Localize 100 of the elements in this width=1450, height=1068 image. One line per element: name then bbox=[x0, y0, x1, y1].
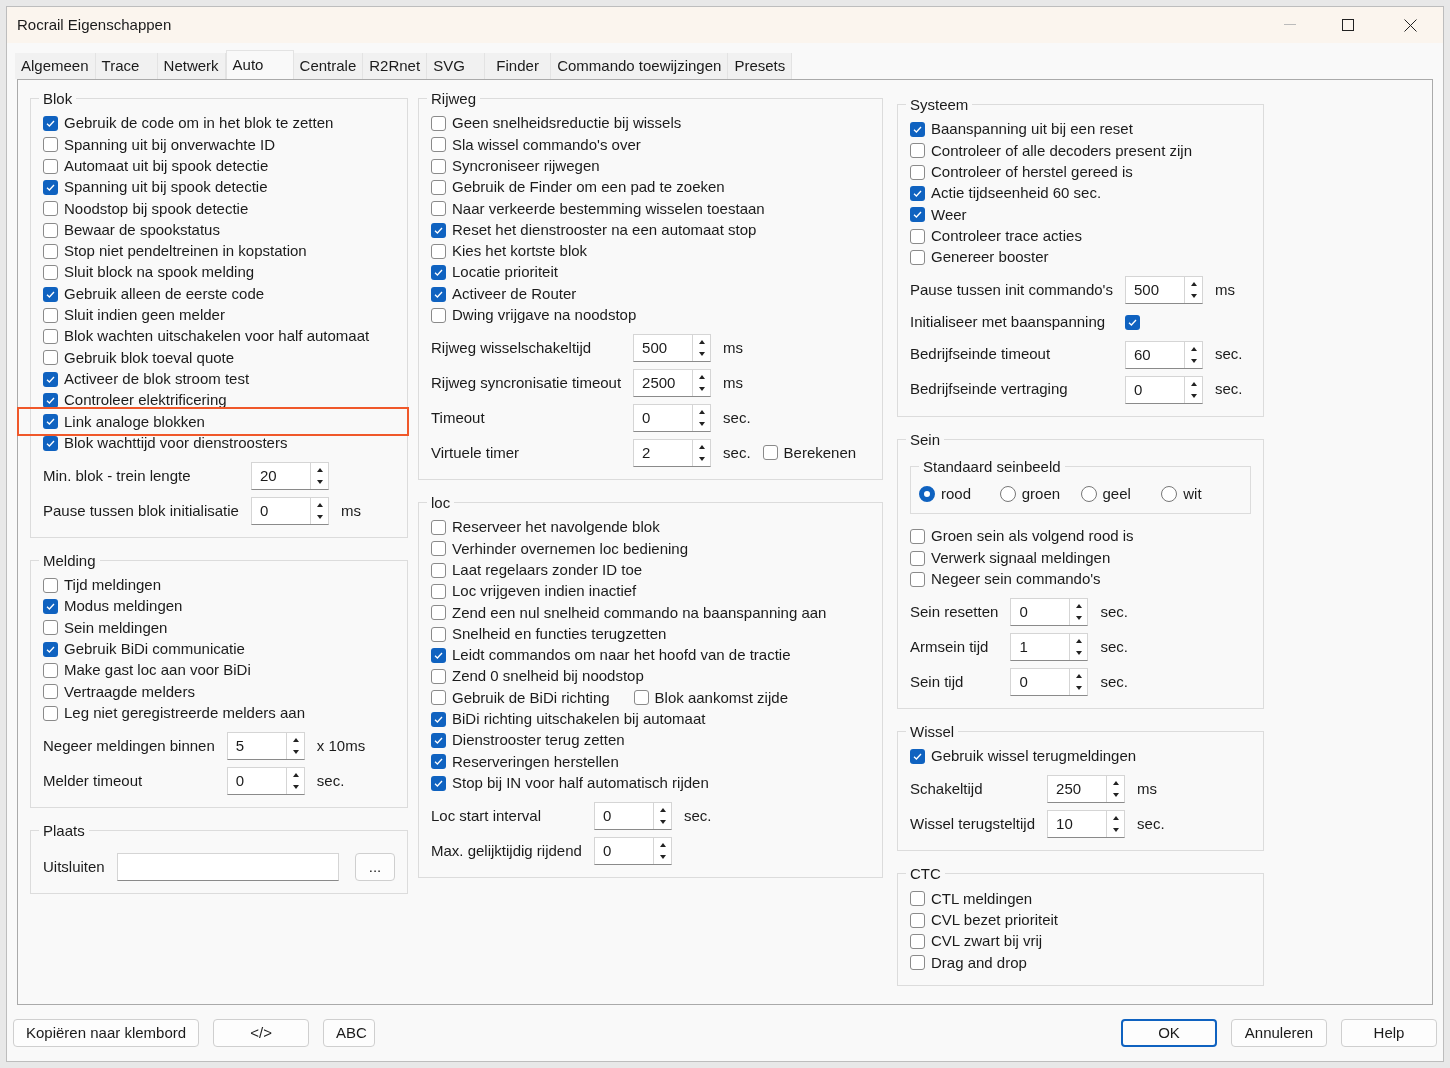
checked-checkbox[interactable] bbox=[910, 186, 925, 202]
tab[interactable]: R2Rnet bbox=[363, 53, 428, 79]
checkbox-label[interactable]: Controleer of herstel gereed is bbox=[931, 161, 1133, 184]
checked-checkbox[interactable] bbox=[431, 647, 446, 663]
checkbox-label[interactable]: Sla wissel commando's over bbox=[452, 133, 641, 157]
checkbox[interactable] bbox=[910, 912, 925, 928]
checked-checkbox[interactable] bbox=[431, 222, 446, 238]
checkbox-label[interactable]: Gebruik wissel terugmeldingen bbox=[931, 745, 1137, 768]
checkbox-label[interactable]: Snelheid en functies terugzetten bbox=[452, 622, 667, 646]
checkbox-label[interactable]: Syncroniseer rijwegen bbox=[452, 155, 600, 178]
checkbox-label[interactable]: Berekenen bbox=[783, 441, 857, 465]
spin-field[interactable]: 0 bbox=[226, 766, 305, 795]
checkbox[interactable] bbox=[431, 201, 446, 217]
checkbox[interactable] bbox=[43, 684, 58, 700]
checkbox-label[interactable]: Gebruik de code om in het blok te zetten bbox=[64, 112, 334, 135]
checkbox-label[interactable]: Activeer de Router bbox=[452, 282, 577, 306]
radio[interactable] bbox=[999, 485, 1016, 502]
checkbox[interactable] bbox=[910, 550, 925, 566]
browse-button[interactable]: ... bbox=[355, 852, 395, 881]
checkbox-label[interactable]: Laat regelaars zonder ID toe bbox=[452, 558, 643, 582]
checkbox-label[interactable]: Sluit block na spook melding bbox=[64, 261, 255, 284]
tab[interactable]: Presets bbox=[728, 53, 793, 79]
checked-checkbox[interactable] bbox=[431, 733, 446, 749]
spin-field[interactable]: 2 bbox=[633, 438, 712, 467]
checkbox-label[interactable]: Blok wachten uitschakelen voor half automaat bbox=[64, 325, 370, 348]
checkbox[interactable] bbox=[43, 243, 58, 259]
checkbox[interactable] bbox=[431, 605, 446, 621]
checked-checkbox[interactable] bbox=[431, 286, 446, 302]
checked-checkbox[interactable] bbox=[431, 711, 446, 727]
checkbox-label[interactable]: Reserveringen herstellen bbox=[452, 750, 619, 774]
checkbox[interactable] bbox=[431, 137, 446, 153]
checkbox-label[interactable]: BiDi richting uitschakelen bij automaat bbox=[452, 708, 706, 731]
footer-button[interactable]: </> bbox=[213, 1019, 310, 1047]
checkbox-label[interactable]: Leg niet geregistreerde melders aan bbox=[64, 701, 305, 725]
spin-field[interactable]: 60 bbox=[1124, 340, 1203, 369]
checkbox[interactable] bbox=[762, 445, 778, 461]
tab[interactable]: SVG bbox=[427, 53, 486, 79]
checkbox-label[interactable]: Stop niet pendeltreinen in kopstation bbox=[64, 240, 307, 263]
checkbox-label[interactable]: CVL zwart bij vrij bbox=[931, 930, 1043, 953]
spin-field[interactable]: 1 bbox=[1010, 632, 1089, 661]
dialog-button[interactable]: OK bbox=[1121, 1019, 1217, 1047]
checkbox[interactable] bbox=[43, 265, 58, 281]
checkbox-label[interactable]: Blok aankomst zijde bbox=[654, 686, 788, 710]
checked-checkbox[interactable] bbox=[431, 754, 446, 770]
checked-checkbox[interactable] bbox=[910, 122, 925, 138]
checkbox-label[interactable]: Controleer elektrificering bbox=[64, 389, 227, 412]
checkbox[interactable] bbox=[431, 520, 446, 536]
checkbox[interactable] bbox=[431, 243, 446, 259]
spin-field[interactable]: 10 bbox=[1047, 810, 1126, 839]
checkbox[interactable] bbox=[910, 955, 925, 971]
tab[interactable]: Auto bbox=[225, 50, 294, 79]
checkbox-label[interactable]: Sein meldingen bbox=[64, 616, 168, 640]
checkbox-label[interactable]: Gebruik blok toeval quote bbox=[64, 346, 235, 370]
checkbox-label[interactable]: Make gast loc aan voor BiDi bbox=[64, 659, 251, 682]
checkbox-label[interactable]: Spanning uit bij onverwachte ID bbox=[64, 133, 275, 157]
maximize-icon[interactable] bbox=[1342, 19, 1354, 31]
checkbox[interactable] bbox=[43, 577, 58, 593]
checkbox[interactable] bbox=[633, 690, 649, 706]
checkbox-label[interactable]: Automaat uit bij spook detectie bbox=[64, 155, 269, 178]
spin-field[interactable]: 0 bbox=[1010, 597, 1089, 626]
checkbox-label[interactable]: Vertraagde melders bbox=[64, 680, 195, 704]
footer-button[interactable]: Kopiëren naar klembord bbox=[13, 1019, 200, 1047]
checkbox[interactable] bbox=[431, 584, 446, 599]
checked-checkbox[interactable] bbox=[910, 749, 925, 765]
radio-label[interactable]: rood bbox=[941, 482, 972, 506]
spin-field[interactable]: 0 bbox=[593, 801, 672, 830]
checked-checkbox[interactable] bbox=[431, 775, 446, 791]
checkbox-label[interactable]: Gebruik alleen de eerste code bbox=[64, 282, 265, 306]
checkbox[interactable] bbox=[910, 143, 925, 159]
checkbox-label[interactable]: Gebruik BiDi communicatie bbox=[64, 638, 245, 661]
tab[interactable]: Commando toewijzingen bbox=[551, 53, 729, 79]
checkbox-label[interactable]: Leidt commandos om naar het hoofd van de tractie bbox=[452, 644, 791, 667]
checkbox[interactable] bbox=[910, 249, 925, 265]
checkbox-label[interactable]: Sluit indien geen melder bbox=[64, 304, 225, 327]
checkbox[interactable] bbox=[910, 164, 925, 180]
checked-checkbox[interactable] bbox=[43, 116, 58, 132]
spin-field[interactable]: 20 bbox=[250, 461, 329, 490]
checkbox-label[interactable]: Zend 0 snelheid bij noodstop bbox=[452, 665, 644, 688]
radio[interactable] bbox=[1080, 485, 1097, 502]
tab[interactable]: Trace bbox=[95, 53, 158, 79]
checkbox[interactable] bbox=[43, 307, 58, 323]
checkbox-label[interactable]: Gebruik de Finder om een pad te zoeken bbox=[452, 176, 725, 199]
checkbox-label[interactable]: Reset het dienstrooster na een automaat stop bbox=[452, 218, 757, 242]
close-icon[interactable] bbox=[1404, 18, 1417, 32]
checkbox-label[interactable]: Groen sein als volgend rood is bbox=[931, 525, 1134, 548]
checkbox[interactable] bbox=[43, 705, 58, 721]
checkbox-label[interactable]: Baanspanning uit bij een reset bbox=[931, 118, 1133, 141]
checkbox[interactable] bbox=[43, 663, 58, 679]
radio-label[interactable]: wit bbox=[1183, 482, 1202, 506]
spin-field[interactable]: 0 bbox=[1124, 375, 1203, 404]
checked-checkbox[interactable] bbox=[1124, 314, 1140, 330]
checkbox[interactable] bbox=[910, 891, 925, 907]
checkbox-label[interactable]: Controleer trace acties bbox=[931, 224, 1082, 248]
spin-field[interactable]: 0 bbox=[1010, 667, 1089, 696]
checkbox[interactable] bbox=[431, 307, 446, 323]
tab[interactable]: Algemeen bbox=[15, 53, 96, 79]
tab[interactable]: Centrale bbox=[293, 53, 364, 79]
checkbox-label[interactable]: Kies het kortste blok bbox=[452, 240, 588, 263]
checked-checkbox[interactable] bbox=[43, 180, 58, 196]
checkbox-label[interactable]: Weer bbox=[931, 203, 967, 227]
